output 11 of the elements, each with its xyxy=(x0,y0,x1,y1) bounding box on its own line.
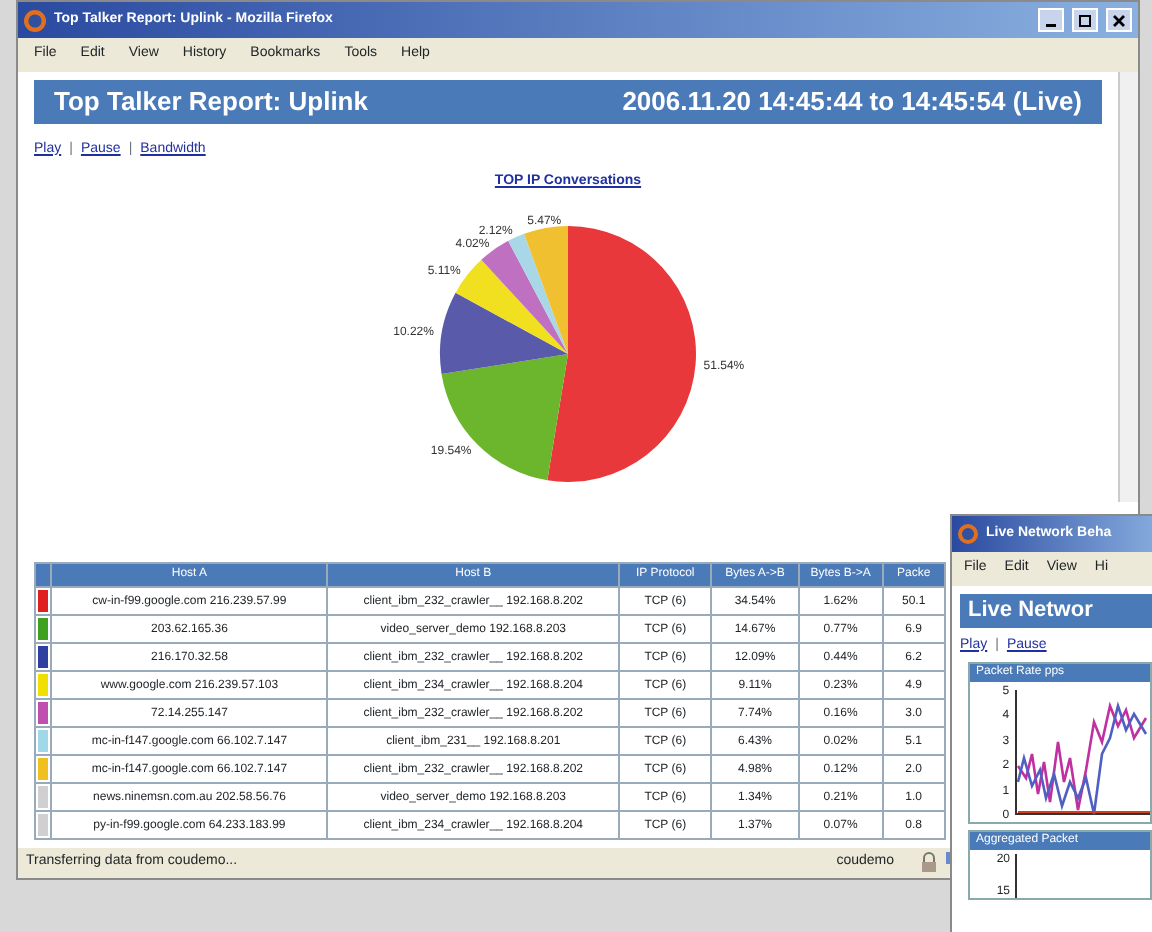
close-icon xyxy=(1112,13,1126,27)
minimize-button[interactable] xyxy=(1038,8,1064,32)
maximize-icon xyxy=(1078,13,1092,27)
close-button[interactable] xyxy=(1106,8,1132,32)
lock-icon xyxy=(920,852,938,872)
report-title: Top Talker Report: Uplink xyxy=(54,84,368,120)
maximize-button[interactable] xyxy=(1072,8,1098,32)
report-title: Live Networ xyxy=(968,596,1093,626)
chart-axis-drawing xyxy=(1014,850,1020,898)
scrollbar[interactable] xyxy=(1118,72,1138,502)
report-time: 2006.11.20 14:45:44 to 14:45:54 (Live) xyxy=(622,84,1082,120)
